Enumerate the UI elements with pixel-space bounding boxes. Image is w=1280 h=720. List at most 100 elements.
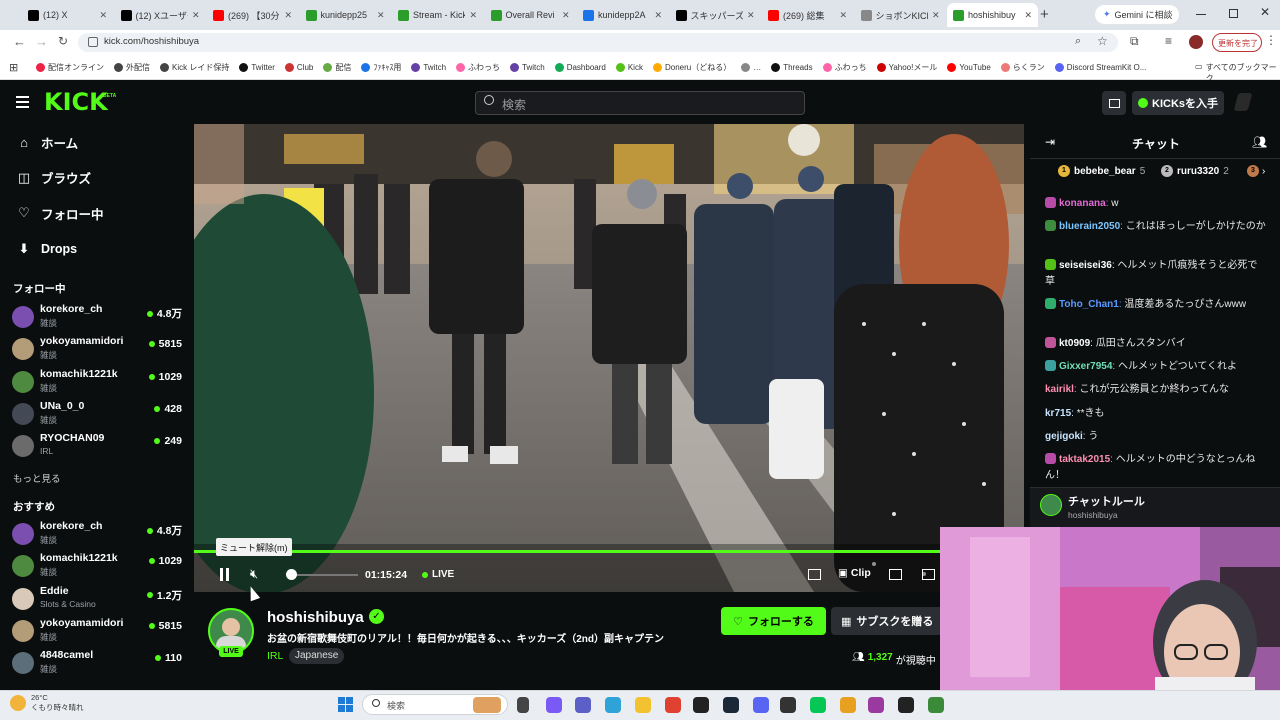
reload-icon[interactable]: ↻: [58, 34, 68, 48]
channel-item[interactable]: yokoyamamidori 雑談 5815: [12, 616, 182, 646]
channel-item[interactable]: yokoyamamidori 雑談 5815: [12, 334, 182, 364]
obs-icon[interactable]: [693, 697, 709, 713]
chat-username[interactable]: kr715: [1045, 408, 1071, 419]
window-maximize-button[interactable]: [1229, 9, 1238, 18]
bookmark-item[interactable]: 配信: [323, 62, 351, 73]
sidebar-nav-item[interactable]: ⌂ ホーム: [17, 131, 78, 153]
leaderboard-arrow-icon[interactable]: ›: [1262, 166, 1265, 177]
task-view-icon[interactable]: [517, 697, 529, 713]
bookmark-item[interactable]: ふわっち: [456, 62, 500, 73]
tab-close-icon[interactable]: ✕: [377, 10, 385, 21]
tab-close-icon[interactable]: ✕: [562, 10, 570, 21]
chat-username[interactable]: kt0909: [1059, 338, 1090, 349]
chat-username[interactable]: konanana: [1059, 198, 1106, 209]
line-icon[interactable]: [810, 697, 826, 713]
browser-tab[interactable]: kunidepp25 ✕: [300, 3, 391, 27]
muted-volume-icon[interactable]: 🔇︎: [250, 566, 258, 582]
back-icon[interactable]: ←: [13, 34, 26, 49]
chat-username[interactable]: kairikl: [1045, 384, 1074, 395]
tab-close-icon[interactable]: ✕: [747, 10, 755, 21]
chat-username[interactable]: seiseisei36: [1059, 260, 1112, 271]
channel-item[interactable]: 4848camel 雑談 110: [12, 648, 182, 678]
terminal-icon[interactable]: [898, 697, 914, 713]
get-kicks-button[interactable]: KICKsを入手: [1132, 91, 1224, 115]
tab-close-icon[interactable]: ✕: [932, 10, 940, 21]
site-info-icon[interactable]: [88, 37, 98, 47]
bookmark-item[interactable]: Club: [284, 62, 313, 72]
channel-item[interactable]: komachik1221k 雑談 1029: [12, 551, 182, 581]
window-minimize-button[interactable]: [1196, 14, 1206, 15]
bookmark-item[interactable]: Dashboard: [554, 62, 606, 72]
chat-username[interactable]: taktak2015: [1059, 454, 1110, 465]
bookmark-item[interactable]: Kick: [615, 62, 643, 72]
browser-tab[interactable]: Overall Revi ✕: [485, 3, 576, 27]
apps-icon[interactable]: ⊞: [9, 61, 18, 74]
pip-icon[interactable]: [889, 569, 902, 580]
collapse-chat-icon[interactable]: ⇥: [1045, 135, 1055, 149]
bookmark-item[interactable]: Twitch: [411, 62, 446, 72]
app-icon[interactable]: [868, 697, 884, 713]
bookmark-item[interactable]: Twitter: [239, 62, 275, 72]
app-icon[interactable]: [780, 697, 796, 713]
channel-item[interactable]: komachik1221k 雑談 1029: [12, 367, 182, 397]
browse-layout-button[interactable]: [1102, 91, 1126, 115]
browser-tab[interactable]: kunidepp2A ✕: [577, 3, 668, 27]
hamburger-menu-icon[interactable]: [16, 96, 29, 108]
menu-dots-icon[interactable]: ⋮: [1265, 33, 1277, 47]
extensions-icon[interactable]: ⧉: [1130, 34, 1139, 49]
teams-icon[interactable]: [575, 697, 591, 713]
kick-logo[interactable]: KICK: [44, 88, 108, 116]
bookmark-item[interactable]: ふわっち: [822, 62, 867, 73]
chrome-icon[interactable]: [665, 697, 681, 713]
start-button[interactable]: [338, 697, 353, 712]
chat-username[interactable]: bluerain2050: [1059, 221, 1120, 232]
show-more-link[interactable]: もっと見る: [13, 471, 61, 485]
chat-username[interactable]: Toho_Chan1: [1059, 299, 1119, 310]
chat-username[interactable]: Gixxer7954: [1059, 361, 1112, 372]
bookmark-item[interactable]: Yahoo!メール: [876, 62, 937, 73]
channel-item[interactable]: UNa_0_0 雑談 428: [12, 399, 182, 429]
bookmark-item[interactable]: Kick レイド保持: [160, 62, 229, 73]
volume-knob[interactable]: [286, 569, 297, 580]
tab-close-icon[interactable]: ✕: [284, 10, 292, 21]
bookmark-item[interactable]: Doneru（どねる）: [652, 62, 731, 73]
new-tab-button[interactable]: +: [1040, 6, 1049, 23]
gemini-button[interactable]: ✦ Gemini に相談: [1095, 5, 1179, 24]
forward-icon[interactable]: →: [35, 34, 48, 49]
gift-sub-button[interactable]: ▦ サブスクを贈る: [831, 607, 943, 635]
browser-tab[interactable]: スキッパーズ ✕: [670, 3, 761, 27]
browser-tab[interactable]: hoshishibuy ✕: [947, 3, 1038, 27]
discord-icon[interactable]: [753, 697, 769, 713]
bookmark-item[interactable]: Discord StreamKit O...: [1054, 62, 1146, 72]
channel-name[interactable]: hoshishibuya: [267, 609, 364, 626]
volume-slider[interactable]: [290, 574, 358, 576]
app-icon[interactable]: [928, 697, 944, 713]
bookmark-item[interactable]: YouTube: [947, 62, 991, 72]
category-link[interactable]: IRL: [267, 650, 283, 662]
browser-tab[interactable]: (12) Xユーザー ✕: [115, 3, 206, 27]
reading-list-icon[interactable]: ≡: [1165, 34, 1172, 48]
search-input[interactable]: 検索: [475, 91, 805, 115]
channel-item[interactable]: korekore_ch 雑談 4.8万: [12, 519, 182, 549]
file-explorer-icon[interactable]: [635, 697, 651, 713]
pause-button[interactable]: [220, 568, 232, 581]
fullscreen-icon[interactable]: [922, 569, 935, 580]
zoom-icon[interactable]: ⌕: [1075, 35, 1081, 48]
tab-close-icon[interactable]: ✕: [654, 10, 662, 21]
widgets-icon[interactable]: [473, 697, 501, 713]
channel-item[interactable]: RYOCHAN09 IRL 249: [12, 431, 182, 461]
browser-tab[interactable]: (12) X ✕: [22, 3, 113, 27]
profile-avatar[interactable]: [1189, 35, 1203, 49]
tab-close-icon[interactable]: ✕: [469, 10, 477, 21]
bookmark-item[interactable]: 配信オンライン: [36, 62, 104, 73]
weather-widget[interactable]: 26°C くもり時々晴れ: [10, 693, 84, 713]
bookmark-item[interactable]: ﾌｧｷｬｽ用: [361, 62, 401, 73]
live-indicator[interactable]: LIVE: [422, 569, 454, 580]
browser-tab[interactable]: (269) 【30分】 ✕: [207, 3, 298, 27]
edge-icon[interactable]: [605, 697, 621, 713]
tab-close-icon[interactable]: ✕: [192, 10, 200, 21]
chat-username[interactable]: gejigoki: [1045, 431, 1083, 442]
sidebar-nav-item[interactable]: ♡ フォロー中: [17, 202, 103, 224]
bookmark-item[interactable]: らくラン: [1000, 62, 1045, 73]
steam-icon[interactable]: [723, 697, 739, 713]
